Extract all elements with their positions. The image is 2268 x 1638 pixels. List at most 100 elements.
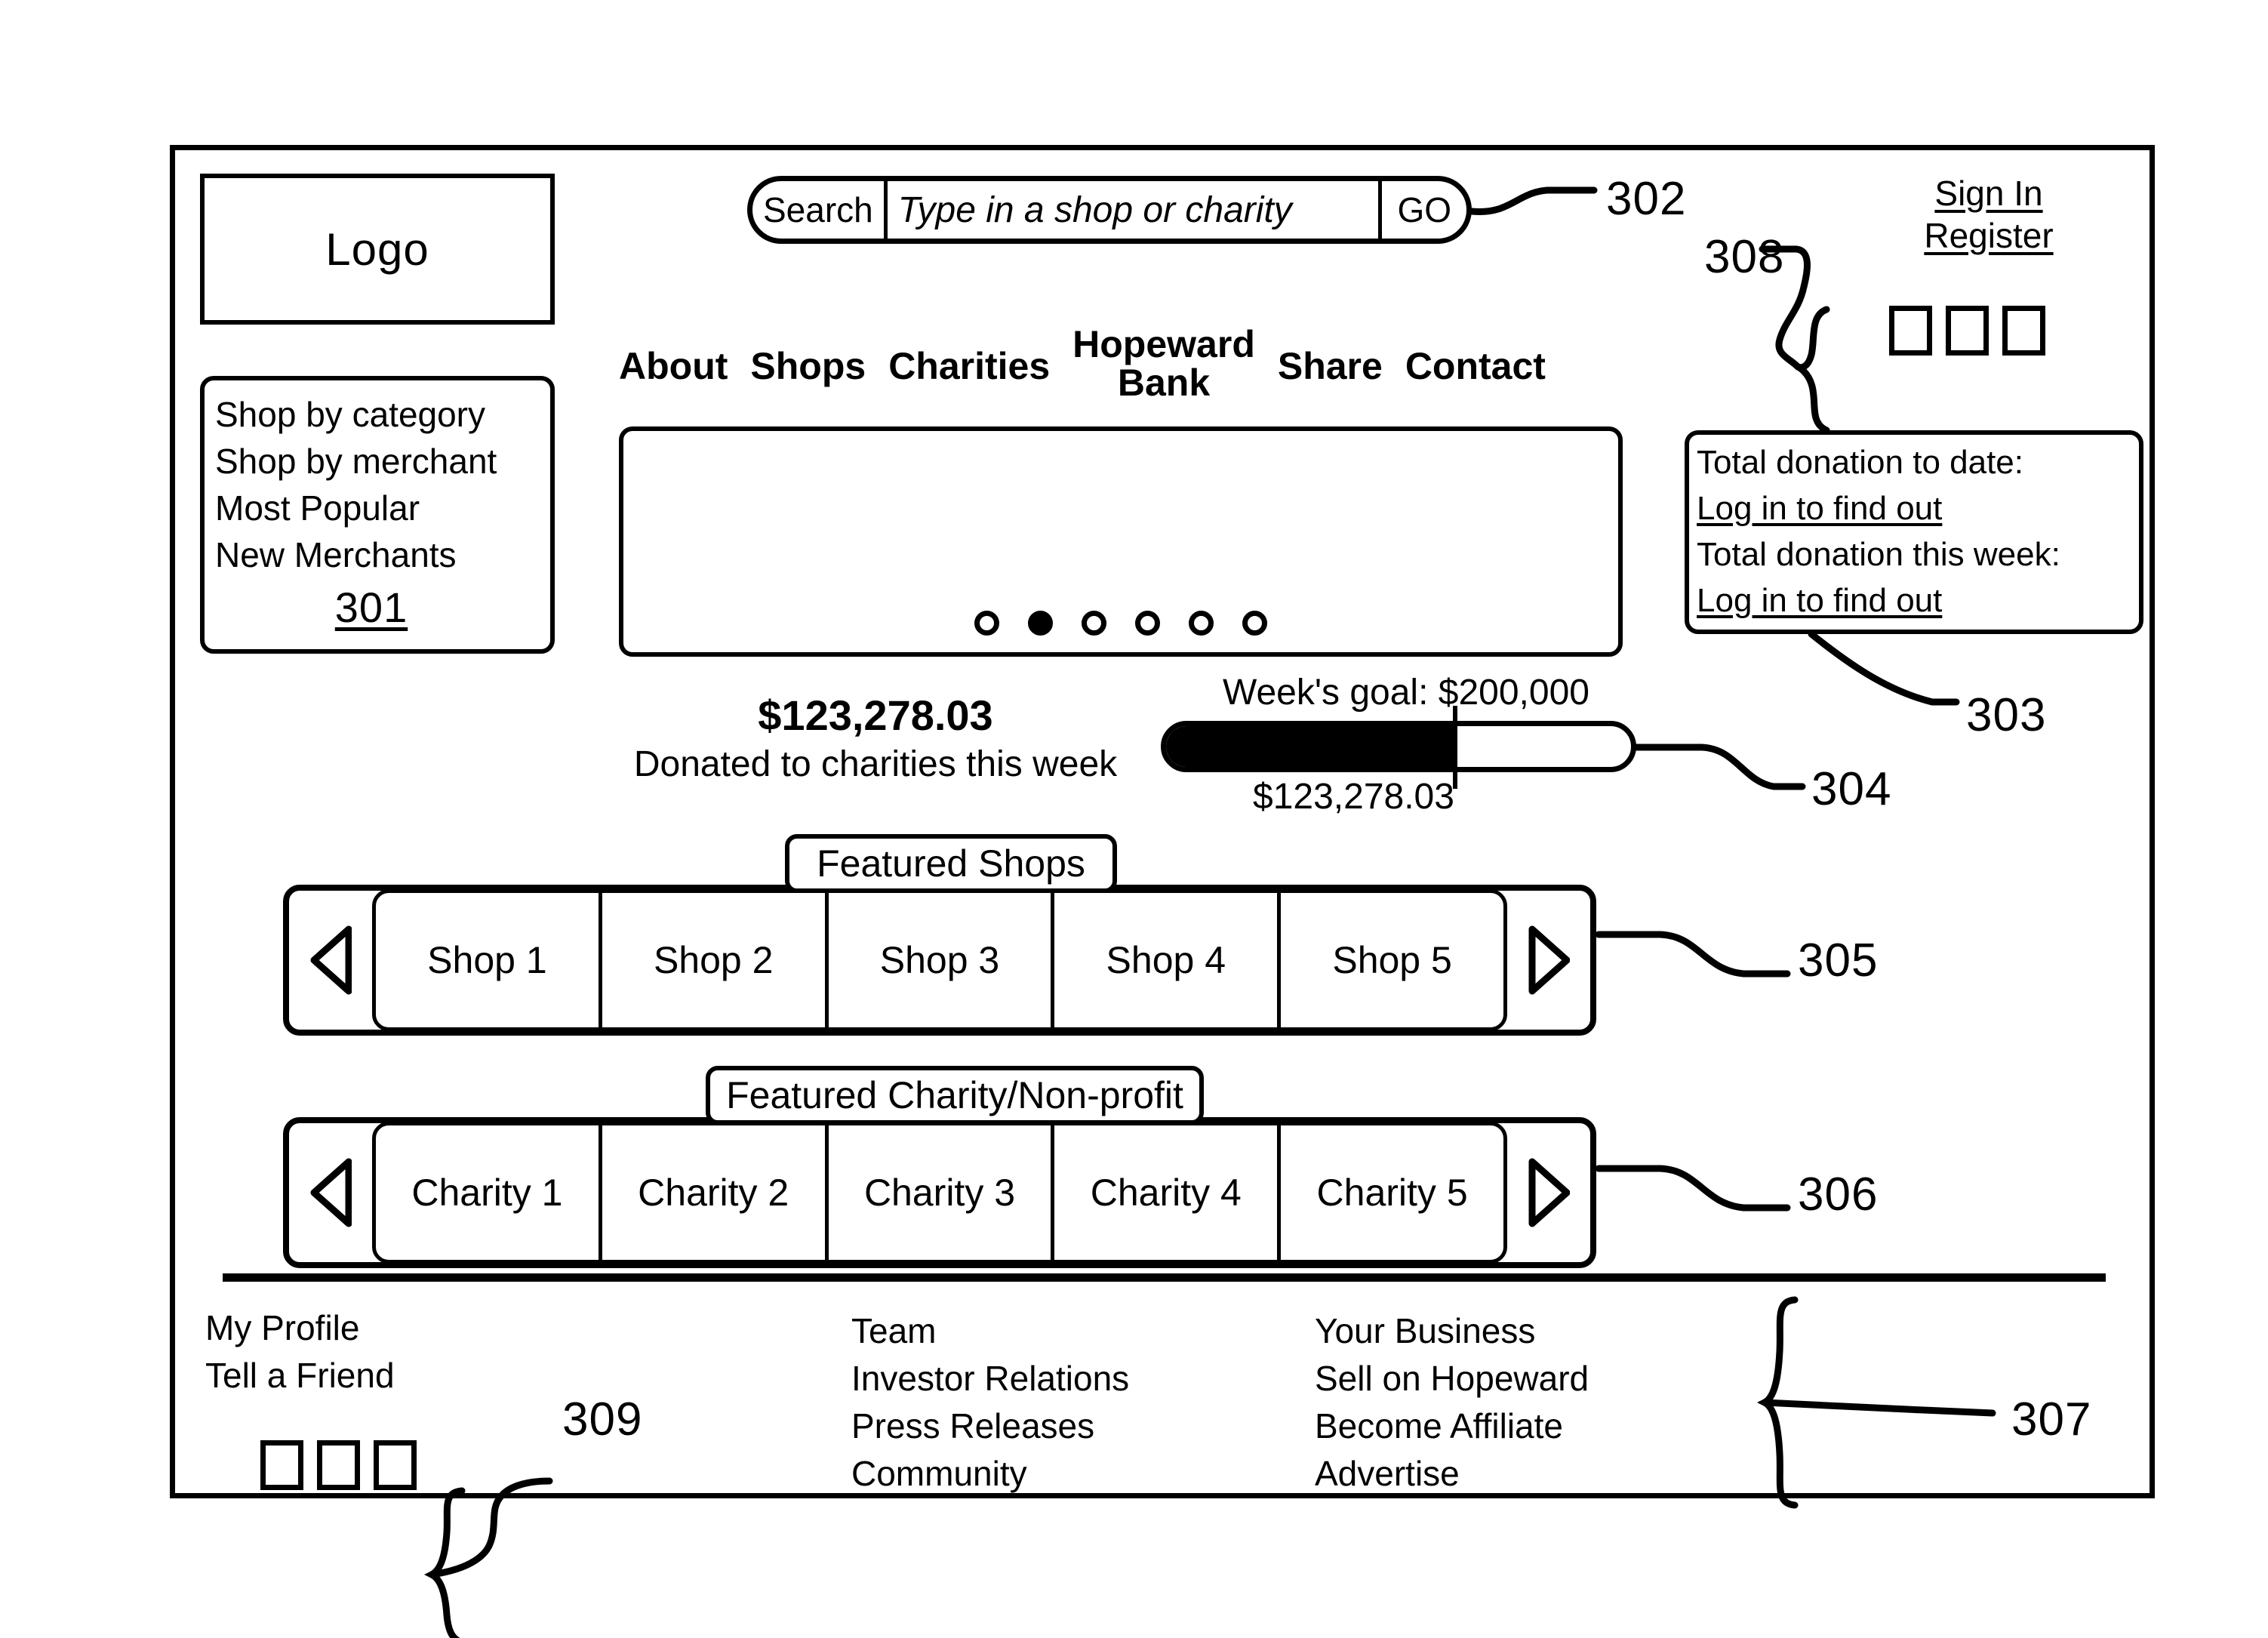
sidebar-item-new-merchants[interactable]: New Merchants	[215, 531, 550, 578]
search-input[interactable]: Type in a shop or charity	[888, 181, 1383, 239]
carousel-dot[interactable]	[974, 611, 999, 636]
nav-item-hopeward-bank-line2: Bank	[1117, 362, 1211, 404]
donation-caption: Donated to charities this week	[633, 744, 1118, 784]
triangle-left-icon	[310, 1158, 352, 1227]
reference-numeral-308: 308	[1704, 231, 1785, 283]
social-square-icon[interactable]	[2002, 306, 2045, 356]
weeks-goal-label: Week's goal: $200,000	[1223, 673, 1589, 713]
footer-column-account: My Profile Tell a Friend	[205, 1304, 395, 1399]
featured-charities-carousel: Charity 1 Charity 2 Charity 3 Charity 4 …	[283, 1117, 1596, 1268]
donation-totals-panel: Total donation to date: Log in to find o…	[1685, 430, 2143, 634]
register-link[interactable]: Register	[1883, 214, 2094, 257]
carousel-dot[interactable]	[1135, 611, 1160, 636]
nav-item-hopeward-bank[interactable]: Hopeward Bank	[1072, 325, 1255, 402]
search-label: Search	[752, 181, 888, 239]
triangle-right-icon	[1528, 925, 1570, 995]
footer-link-your-business[interactable]: Your Business	[1315, 1307, 1589, 1355]
reference-numeral-307: 307	[2011, 1393, 2092, 1446]
brace-309-left	[423, 1487, 466, 1638]
search-go-button[interactable]: GO	[1382, 181, 1466, 239]
carousel-dot[interactable]	[1189, 611, 1214, 636]
donation-progress-fill	[1166, 726, 1453, 767]
total-donation-this-week-label: Total donation this week:	[1697, 536, 2060, 573]
triangle-left-icon	[310, 925, 352, 995]
featured-shops-tab: Featured Shops	[785, 834, 1117, 893]
footer-link-community[interactable]: Community	[851, 1450, 1129, 1498]
reference-numeral-306: 306	[1798, 1168, 1879, 1221]
account-links: Sign In Register	[1883, 172, 2094, 257]
search-placeholder: Type in a shop or charity	[897, 189, 1292, 230]
featured-shop-cell[interactable]: Shop 5	[1281, 893, 1503, 1027]
footer-column-company: Team Investor Relations Press Releases C…	[851, 1307, 1129, 1498]
sidebar-item-shop-by-merchant[interactable]: Shop by merchant	[215, 438, 550, 485]
carousel-dot[interactable]	[1082, 611, 1106, 636]
carousel-dot[interactable]	[1242, 611, 1267, 636]
total-donation-this-week-link[interactable]: Log in to find out	[1697, 577, 2139, 623]
featured-shops-next-button[interactable]	[1507, 891, 1590, 1030]
sidebar-item-most-popular[interactable]: Most Popular	[215, 485, 550, 531]
progress-current-value: $123,278.03	[1253, 777, 1454, 817]
featured-shops-carousel: Shop 1 Shop 2 Shop 3 Shop 4 Shop 5	[283, 885, 1596, 1036]
footer-link-become-affiliate[interactable]: Become Affiliate	[1315, 1402, 1589, 1450]
featured-charity-cell[interactable]: Charity 3	[829, 1125, 1055, 1260]
featured-charities-track: Charity 1 Charity 2 Charity 3 Charity 4 …	[372, 1122, 1507, 1264]
featured-charities-tab: Featured Charity/Non-profit	[706, 1066, 1204, 1125]
nav-item-share[interactable]: Share	[1278, 346, 1383, 386]
banner-slideshow[interactable]	[619, 426, 1623, 657]
carousel-dot-active[interactable]	[1028, 611, 1053, 636]
featured-charities-prev-button[interactable]	[289, 1123, 372, 1262]
social-square-icon[interactable]	[260, 1440, 303, 1490]
social-square-icon[interactable]	[1889, 306, 1932, 356]
social-square-icon[interactable]	[374, 1440, 417, 1490]
footer-link-tell-a-friend[interactable]: Tell a Friend	[205, 1352, 395, 1399]
footer-link-advertise[interactable]: Advertise	[1315, 1450, 1589, 1498]
carousel-dots	[623, 611, 1618, 636]
social-square-icon[interactable]	[317, 1440, 360, 1490]
footer-link-press-releases[interactable]: Press Releases	[851, 1402, 1129, 1450]
footer-column-business: Your Business Sell on Hopeward Become Af…	[1315, 1307, 1589, 1498]
footer-link-investor-relations[interactable]: Investor Relations	[851, 1355, 1129, 1402]
footer-link-team[interactable]: Team	[851, 1307, 1129, 1355]
nav-item-shops[interactable]: Shops	[750, 346, 866, 386]
sign-in-link[interactable]: Sign In	[1883, 172, 2094, 214]
sidebar-item-shop-by-category[interactable]: Shop by category	[215, 391, 550, 438]
reference-numeral-304: 304	[1811, 763, 1892, 815]
nav-item-charities[interactable]: Charities	[888, 346, 1050, 386]
donation-progress-bar	[1161, 721, 1636, 772]
featured-charity-cell[interactable]: Charity 4	[1054, 1125, 1282, 1260]
featured-shop-cell[interactable]: Shop 1	[376, 893, 602, 1027]
nav-item-about[interactable]: About	[619, 346, 728, 386]
featured-shop-cell[interactable]: Shop 4	[1054, 893, 1282, 1027]
nav-item-hopeward-bank-line1: Hopeward	[1072, 323, 1255, 365]
reference-numeral-303: 303	[1966, 689, 2047, 741]
featured-shops-track: Shop 1 Shop 2 Shop 3 Shop 4 Shop 5	[372, 889, 1507, 1031]
featured-charity-cell[interactable]: Charity 2	[602, 1125, 829, 1260]
footer-social-icons	[260, 1440, 417, 1490]
search-bar[interactable]: Search Type in a shop or charity GO	[747, 176, 1472, 244]
total-donation-to-date-label: Total donation to date:	[1697, 444, 2023, 481]
triangle-right-icon	[1528, 1158, 1570, 1227]
reference-numeral-309: 309	[562, 1393, 643, 1446]
patent-figure: Logo Shop by category Shop by merchant M…	[0, 0, 2268, 1638]
social-square-icon[interactable]	[1946, 306, 1989, 356]
reference-numeral-302: 302	[1606, 173, 1687, 225]
sidebar-menu: Shop by category Shop by merchant Most P…	[200, 376, 555, 654]
donation-amount: $123,278.03	[758, 691, 993, 739]
nav-item-contact[interactable]: Contact	[1405, 346, 1546, 386]
featured-charity-cell[interactable]: Charity 5	[1281, 1125, 1503, 1260]
featured-shop-cell[interactable]: Shop 2	[602, 893, 829, 1027]
featured-charities-next-button[interactable]	[1507, 1123, 1590, 1262]
reference-numeral-301: 301	[334, 583, 408, 631]
logo-box[interactable]: Logo	[200, 174, 555, 325]
reference-numeral-305: 305	[1798, 934, 1879, 987]
footer-link-my-profile[interactable]: My Profile	[205, 1304, 395, 1352]
footer-link-sell-on-hopeward[interactable]: Sell on Hopeward	[1315, 1355, 1589, 1402]
footer-divider	[223, 1273, 2106, 1282]
featured-shop-cell[interactable]: Shop 3	[829, 893, 1055, 1027]
featured-shops-prev-button[interactable]	[289, 891, 372, 1030]
header-social-icons	[1889, 306, 2045, 356]
featured-charity-cell[interactable]: Charity 1	[376, 1125, 602, 1260]
top-navigation: About Shops Charities Hopeward Bank Shar…	[619, 325, 1736, 402]
logo-label: Logo	[325, 223, 429, 275]
total-donation-to-date-link[interactable]: Log in to find out	[1697, 485, 2139, 531]
